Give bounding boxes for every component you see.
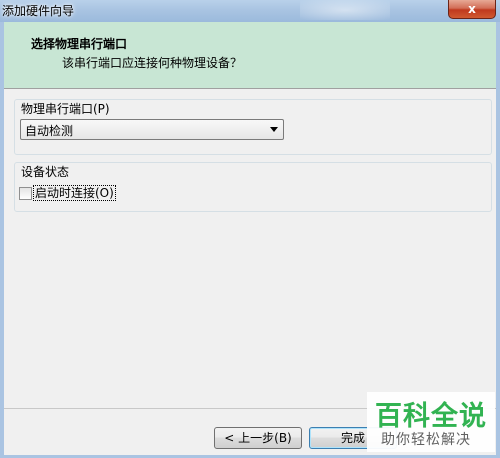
port-group: 物理串行端口(P) 自动检测 (14, 99, 492, 155)
back-button[interactable]: < 上一步(B) (214, 427, 302, 449)
wizard-title: 选择物理串行端口 (31, 37, 128, 51)
watermark-logo-text: 百科全说 (375, 401, 487, 432)
connect-at-startup-row[interactable]: 启动时连接(O) (19, 185, 116, 201)
close-button[interactable]: x (448, 0, 496, 19)
watermark-slogan: 助你轻松解决 (381, 432, 471, 448)
wizard-content: 物理串行端口(P) 自动检测 设备状态 启动时连接(O) (4, 89, 496, 407)
title-bar: 添加硬件向导 x (0, 0, 500, 22)
window-title: 添加硬件向导 (2, 4, 75, 18)
connect-at-startup-label[interactable]: 启动时连接(O) (33, 185, 116, 201)
device-status-label: 设备状态 (19, 163, 72, 180)
port-group-label: 物理串行端口(P) (19, 100, 112, 117)
watermark: 百科全说 助你轻松解决 (367, 392, 495, 452)
wizard-header: 选择物理串行端口 该串行端口应连接何种物理设备？ (4, 22, 496, 89)
port-select[interactable]: 自动检测 (20, 119, 284, 140)
connect-at-startup-checkbox[interactable] (19, 186, 32, 200)
device-status-group: 设备状态 启动时连接(O) (14, 162, 492, 212)
wizard-subtitle: 该串行端口应连接何种物理设备？ (62, 56, 243, 70)
close-icon: x (468, 2, 476, 16)
chevron-down-icon (270, 127, 278, 132)
title-bar-glow (300, 0, 390, 20)
port-select-value: 自动检测 (25, 124, 74, 138)
window-frame-right (496, 22, 500, 458)
